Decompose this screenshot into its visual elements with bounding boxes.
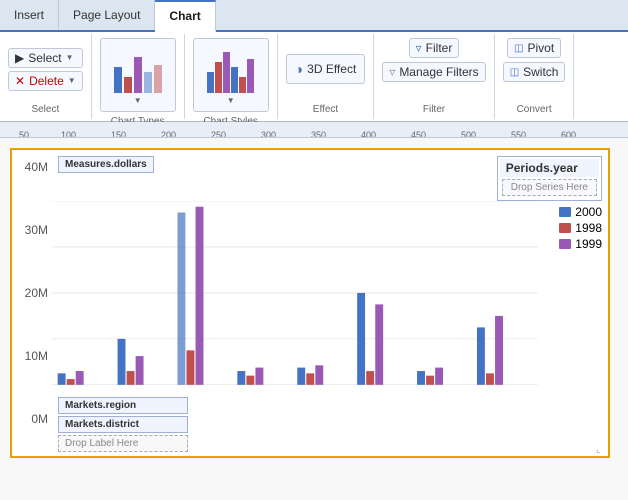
period-label: Periods.year [500, 159, 599, 177]
ribbon: ▶ Select ▼ ✕ Delete ▼ Select [0, 32, 628, 122]
y-label-10m: 10M [25, 349, 48, 363]
tab-bar: Insert Page Layout Chart [0, 0, 628, 32]
chart-types-content: ▼ [100, 38, 176, 112]
chart-styles-content: ▼ [193, 38, 269, 112]
legend-label-2000: 2000 [575, 205, 602, 219]
ribbon-group-chart-styles: ▼ Chart Styles [185, 34, 278, 119]
select-buttons: ▶ Select ▼ ✕ Delete ▼ [8, 38, 83, 100]
manage-filters-button[interactable]: ▿ Manage Filters [382, 62, 485, 82]
ruler-mark-550: 550 [511, 130, 526, 139]
chart-styles-icon [204, 45, 258, 93]
switch-icon: ◫ [510, 67, 519, 78]
ribbon-group-effect: ◑ 3D Effect Effect [278, 34, 375, 119]
ruler-mark-400: 400 [361, 130, 376, 139]
cursor-icon: ▶ [15, 51, 24, 65]
x-label-4: EASTERN REGION-PHILADELPHIA DISTRICT [325, 385, 333, 393]
y-label-0m: 0M [31, 412, 48, 426]
ruler: 50 100 150 200 250 300 350 400 450 500 5… [0, 122, 628, 138]
3d-icon: ◑ [295, 61, 303, 77]
x-label-5: SOUTHERN REGION-ATLANTA DISTRICT [386, 385, 394, 393]
chart-main: Measures.dollars Periods.year Drop Serie… [52, 150, 608, 456]
filter-group-label: Filter [423, 100, 445, 115]
ruler-mark-300: 300 [261, 130, 276, 139]
ruler-mark-200: 200 [161, 130, 176, 139]
tab-page-layout[interactable]: Page Layout [59, 0, 155, 30]
switch-button[interactable]: ◫ Switch [503, 62, 566, 82]
drop-series-zone[interactable]: Drop Series Here [502, 179, 597, 196]
x-label-7: WESTERN REGION-LOS ANGELES DISTRICT [508, 385, 516, 393]
bar-chart-icon-svg [111, 47, 165, 93]
x-labels-row: CENTRAL REGION-1 DISTRICT CENTRAL REGION… [52, 385, 538, 393]
select-group-label: Select [31, 100, 59, 115]
ribbon-group-filter: ▿ Filter ▿ Manage Filters Filter [374, 34, 494, 119]
select-btn-col: ▶ Select ▼ ✕ Delete ▼ [8, 48, 83, 91]
ruler-mark-450: 450 [411, 130, 426, 139]
convert-content: ◫ Pivot ◫ Switch [503, 38, 566, 100]
y-label-30m: 30M [25, 223, 48, 237]
ruler-mark-150: 150 [111, 130, 126, 139]
ruler-mark-100: 100 [61, 130, 76, 139]
filter-icon: ▿ [416, 41, 422, 55]
chart-top-labels: Measures.dollars Periods.year Drop Serie… [52, 150, 608, 201]
legend-item-2000: 2000 [559, 205, 602, 219]
x-label-6: SOUTHERN REGION-JACKSONVILLE DISTRICT [447, 385, 455, 393]
filter-button[interactable]: ▿ Filter [409, 38, 460, 58]
chart-type-icon [111, 45, 165, 93]
bars-svg [52, 201, 538, 385]
pivot-icon: ◫ [514, 43, 523, 54]
ruler-mark-250: 250 [211, 130, 226, 139]
legend-color-2000 [559, 207, 571, 217]
select-button[interactable]: ▶ Select ▼ [8, 48, 83, 68]
ruler-mark-350: 350 [311, 130, 326, 139]
ribbon-group-select: ▶ Select ▼ ✕ Delete ▼ Select [0, 34, 92, 119]
tab-insert[interactable]: Insert [0, 0, 59, 30]
delete-dropdown-arrow: ▼ [68, 76, 76, 85]
chart-types-button[interactable]: ▼ [100, 38, 176, 112]
y-label-20m: 20M [25, 286, 48, 300]
y-label-40m: 40M [25, 160, 48, 174]
legend-item-1999: 1999 [559, 237, 602, 251]
period-box[interactable]: Periods.year Drop Series Here [497, 156, 602, 201]
legend-color-1998 [559, 223, 571, 233]
convert-group-label: Convert [517, 100, 552, 115]
markets-region-label: Markets.region [58, 397, 188, 414]
x-label-1: CENTRAL REGION-2 DISTRICT [143, 385, 151, 393]
markets-district-label: Markets.district [58, 416, 188, 433]
ribbon-group-chart-types: ▼ Chart Types [92, 34, 185, 119]
legend-label-1998: 1998 [575, 221, 602, 235]
measure-label: Measures.dollars [58, 156, 154, 173]
effect-content: ◑ 3D Effect [286, 38, 366, 100]
pivot-button[interactable]: ◫ Pivot [507, 38, 561, 58]
effect-group-label: Effect [313, 100, 338, 115]
filter-content: ▿ Filter ▿ Manage Filters [382, 38, 485, 100]
chart-bottom-labels: Markets.region Markets.district Drop Lab… [52, 393, 608, 456]
chart-styles-svg [204, 47, 258, 93]
ribbon-group-convert: ◫ Pivot ◫ Switch Convert [495, 34, 575, 119]
chart-container[interactable]: 40M 30M 20M 10M 0M Measures.dollars Peri… [10, 148, 610, 458]
ruler-mark-50: 50 [19, 130, 29, 139]
chart-types-dropdown: ▼ [134, 96, 142, 105]
legend-label-1999: 1999 [575, 237, 602, 251]
legend-item-1998: 1998 [559, 221, 602, 235]
chart-area: 40M 30M 20M 10M 0M Measures.dollars Peri… [0, 138, 628, 500]
x-label-2: CENTRAL REGION-YOUNGSTOWN DISTRICT [204, 385, 212, 393]
drop-label-zone[interactable]: Drop Label Here [58, 435, 188, 452]
select-dropdown-arrow: ▼ [66, 53, 74, 62]
x-label-3: EASTERN DISTRICT [265, 385, 273, 393]
delete-icon: ✕ [15, 74, 25, 88]
manage-filter-icon: ▿ [389, 65, 395, 79]
resize-handle[interactable]: ⌞ [596, 444, 606, 454]
effect-3d-button[interactable]: ◑ 3D Effect [286, 54, 366, 84]
bars-container [52, 201, 538, 385]
legend-color-1999 [559, 239, 571, 249]
chart-styles-dropdown: ▼ [227, 96, 235, 105]
tab-chart[interactable]: Chart [155, 0, 215, 32]
chart-styles-button[interactable]: ▼ [193, 38, 269, 112]
ruler-mark-500: 500 [461, 130, 476, 139]
x-label-0: CENTRAL REGION-1 DISTRICT [82, 385, 90, 393]
chart-legend: 2000 1998 1999 [559, 205, 602, 251]
ruler-mark-600: 600 [561, 130, 576, 139]
y-axis: 40M 30M 20M 10M 0M [12, 150, 52, 456]
delete-button[interactable]: ✕ Delete ▼ [8, 71, 83, 91]
